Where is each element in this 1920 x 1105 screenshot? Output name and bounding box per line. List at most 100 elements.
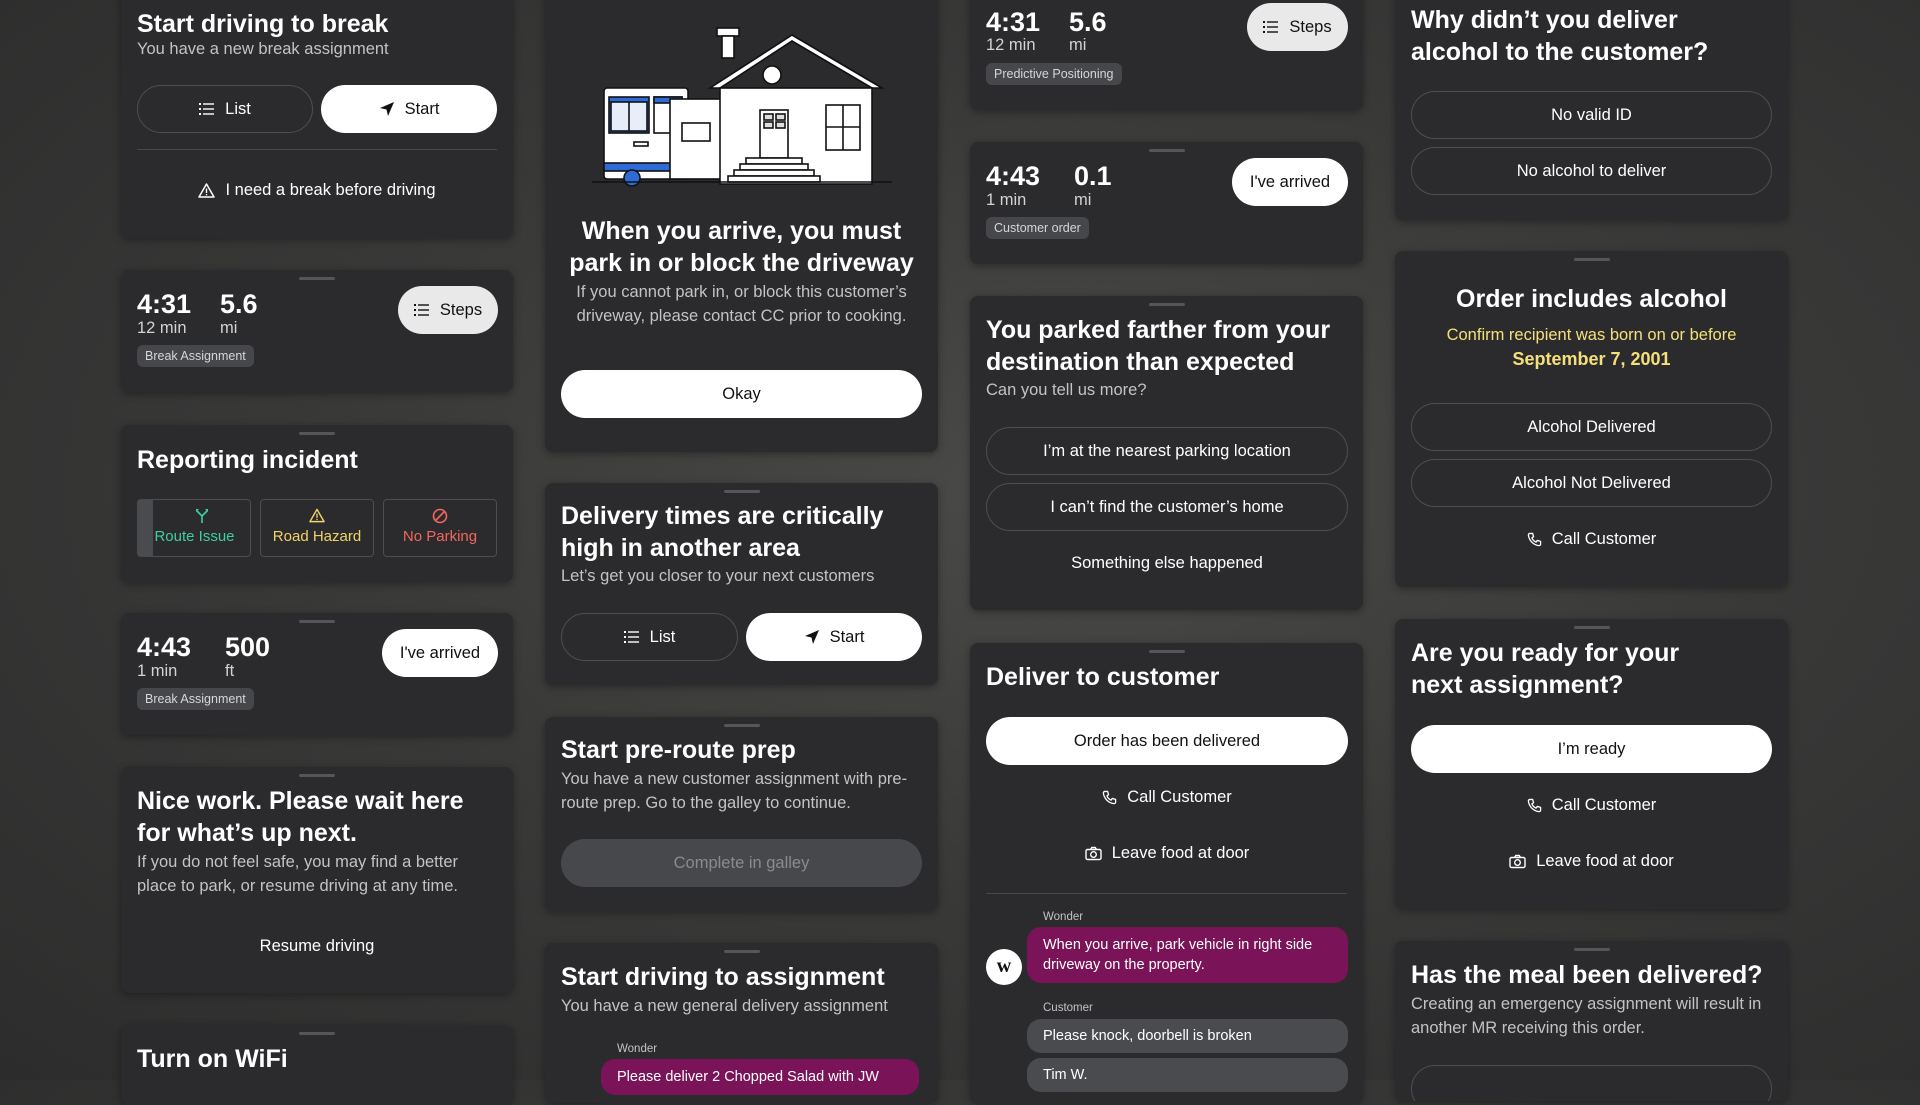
no-alcohol-label: No alcohol to deliver: [1516, 161, 1667, 180]
assignment-type-badge: Break Assignment: [137, 345, 254, 367]
camera-icon: [1084, 846, 1102, 861]
order-delivered-button[interactable]: Order has been delivered: [986, 717, 1348, 765]
drag-handle[interactable]: [299, 774, 335, 777]
drag-handle[interactable]: [1148, 149, 1185, 152]
reporting-incident-title: Reporting incident: [137, 446, 358, 474]
call-customer-button[interactable]: Call Customer: [1411, 781, 1772, 829]
drag-handle[interactable]: [299, 432, 335, 435]
steps-button-label: Steps: [1289, 17, 1332, 36]
drag-handle[interactable]: [299, 277, 335, 280]
nearest-parking-option[interactable]: I’m at the nearest parking location: [986, 427, 1348, 475]
start-button[interactable]: Start: [321, 85, 497, 133]
warning-icon: [198, 182, 216, 198]
chat-message: Please knock, doorbell is broken: [1027, 1019, 1348, 1053]
call-customer-button[interactable]: Call Customer: [1411, 515, 1772, 563]
alcohol-not-delivered-button[interactable]: Alcohol Not Delivered: [1411, 459, 1772, 507]
drag-handle[interactable]: [1573, 948, 1610, 951]
drag-handle[interactable]: [1148, 303, 1185, 306]
eta-unit: 1 min: [137, 662, 178, 680]
driveway-card: When you arrive, you must park in or blo…: [545, 0, 938, 452]
cant-find-home-option[interactable]: I can’t find the customer’s home: [986, 483, 1348, 531]
critical-delivery-card: Delivery times are critically high in an…: [545, 483, 938, 685]
start-button[interactable]: Start: [746, 613, 922, 661]
alcohol-reason-title: Why didn’t you deliver alcohol to the cu…: [1411, 6, 1709, 66]
drag-handle[interactable]: [299, 620, 335, 623]
break-start-card: Start driving to break You have a new br…: [121, 0, 513, 238]
parked-farther-card: You parked farther from your destination…: [970, 296, 1363, 610]
no-parking-option[interactable]: No Parking: [383, 499, 497, 557]
distance-value: 5.6: [1069, 7, 1107, 37]
drag-handle[interactable]: [1573, 626, 1610, 629]
phone-icon: [1102, 790, 1117, 805]
distance-value: 5.6: [220, 289, 258, 319]
no-valid-id-option[interactable]: No valid ID: [1411, 91, 1772, 139]
drag-handle[interactable]: [723, 490, 760, 493]
eta-value: 4:43: [137, 632, 192, 662]
break-start-title: Start driving to break: [137, 10, 389, 38]
leave-food-button[interactable]: Leave food at door: [1411, 837, 1772, 885]
navigation-arrow-icon: [379, 101, 395, 117]
chat-sender-name: Customer: [1043, 1002, 1093, 1014]
drag-handle[interactable]: [1573, 258, 1610, 261]
alcohol-delivered-button[interactable]: Alcohol Delivered: [1411, 403, 1772, 451]
break-start-divider: [137, 149, 497, 150]
drag-handle[interactable]: [299, 1032, 335, 1035]
need-break-button[interactable]: I need a break before driving: [137, 166, 497, 214]
distance-unit: ft: [225, 662, 235, 680]
something-else-option[interactable]: Something else happened: [986, 539, 1348, 587]
parked-farther-title: You parked farther from your destination…: [986, 316, 1331, 376]
list-button-label: List: [225, 99, 251, 118]
drag-handle[interactable]: [723, 724, 760, 727]
drag-handle[interactable]: [723, 950, 760, 953]
avatar-letter: w: [996, 955, 1012, 977]
leave-food-label: Leave food at door: [1536, 851, 1674, 870]
okay-button[interactable]: Okay: [561, 370, 922, 418]
complete-in-galley-label: Complete in galley: [673, 853, 810, 872]
distance-unit: mi: [1074, 191, 1092, 209]
meal-option-button[interactable]: [1411, 1065, 1772, 1101]
deliver-customer-card: Deliver to customer Order has been deliv…: [970, 643, 1363, 1103]
critical-delivery-title: Delivery times are critically high in an…: [561, 502, 884, 562]
road-hazard-option[interactable]: Road Hazard: [260, 499, 374, 557]
route-fork-icon: [153, 508, 250, 524]
call-customer-label: Call Customer: [1551, 529, 1657, 548]
im-ready-label: I’m ready: [1557, 739, 1626, 758]
list-button[interactable]: List: [137, 85, 313, 133]
list-icon: [1263, 20, 1279, 34]
distance-value: 0.1: [1074, 161, 1112, 191]
meal-delivered-title: Has the meal been delivered?: [1411, 961, 1763, 989]
arrived-button-label: I've arrived: [399, 643, 481, 662]
leave-food-button[interactable]: Leave food at door: [986, 829, 1348, 877]
list-button-label: List: [649, 627, 676, 646]
chat-sender-name: Wonder: [617, 1043, 658, 1055]
im-ready-button[interactable]: I’m ready: [1411, 725, 1772, 773]
call-customer-label: Call Customer: [1551, 795, 1657, 814]
route-issue-option[interactable]: Route Issue: [137, 499, 251, 557]
resume-driving-label: Resume driving: [259, 936, 375, 955]
complete-in-galley-button[interactable]: Complete in galley: [561, 839, 922, 887]
order-alcohol-card: Order includes alcohol Confirm recipient…: [1395, 251, 1788, 587]
arrived-button[interactable]: I've arrived: [382, 629, 498, 677]
need-break-label: I need a break before driving: [225, 180, 436, 199]
eta-value: 4:31: [137, 289, 192, 319]
list-icon: [623, 630, 640, 644]
arrived-button-label: I've arrived: [1249, 172, 1331, 191]
start-button-label: Start: [404, 99, 440, 118]
cant-find-home-label: I can’t find the customer’s home: [1050, 497, 1284, 516]
navigation-arrow-icon: [804, 629, 820, 645]
arrived-button[interactable]: I've arrived: [1232, 158, 1348, 206]
resume-driving-button[interactable]: Resume driving: [137, 922, 497, 970]
no-alcohol-option[interactable]: No alcohol to deliver: [1411, 147, 1772, 195]
steps-button[interactable]: Steps: [1247, 3, 1348, 51]
break-arrival-card: 4:43 1 min 500 ft Break Assignment I've …: [121, 613, 513, 735]
steps-button[interactable]: Steps: [398, 286, 498, 334]
assignment-type-badge: Predictive Positioning: [986, 63, 1122, 85]
list-button[interactable]: List: [561, 613, 738, 661]
drag-handle[interactable]: [1148, 650, 1185, 653]
alcohol-reason-card: Why didn’t you deliver alcohol to the cu…: [1395, 0, 1788, 220]
call-customer-button[interactable]: Call Customer: [986, 773, 1348, 821]
something-else-label: Something else happened: [1071, 553, 1263, 572]
start-assignment-subtitle: You have a new general delivery assignme…: [561, 997, 888, 1015]
preroute-card: Start pre-route prep You have a new cust…: [545, 717, 938, 911]
birth-date-text: September 7, 2001: [1512, 349, 1671, 369]
